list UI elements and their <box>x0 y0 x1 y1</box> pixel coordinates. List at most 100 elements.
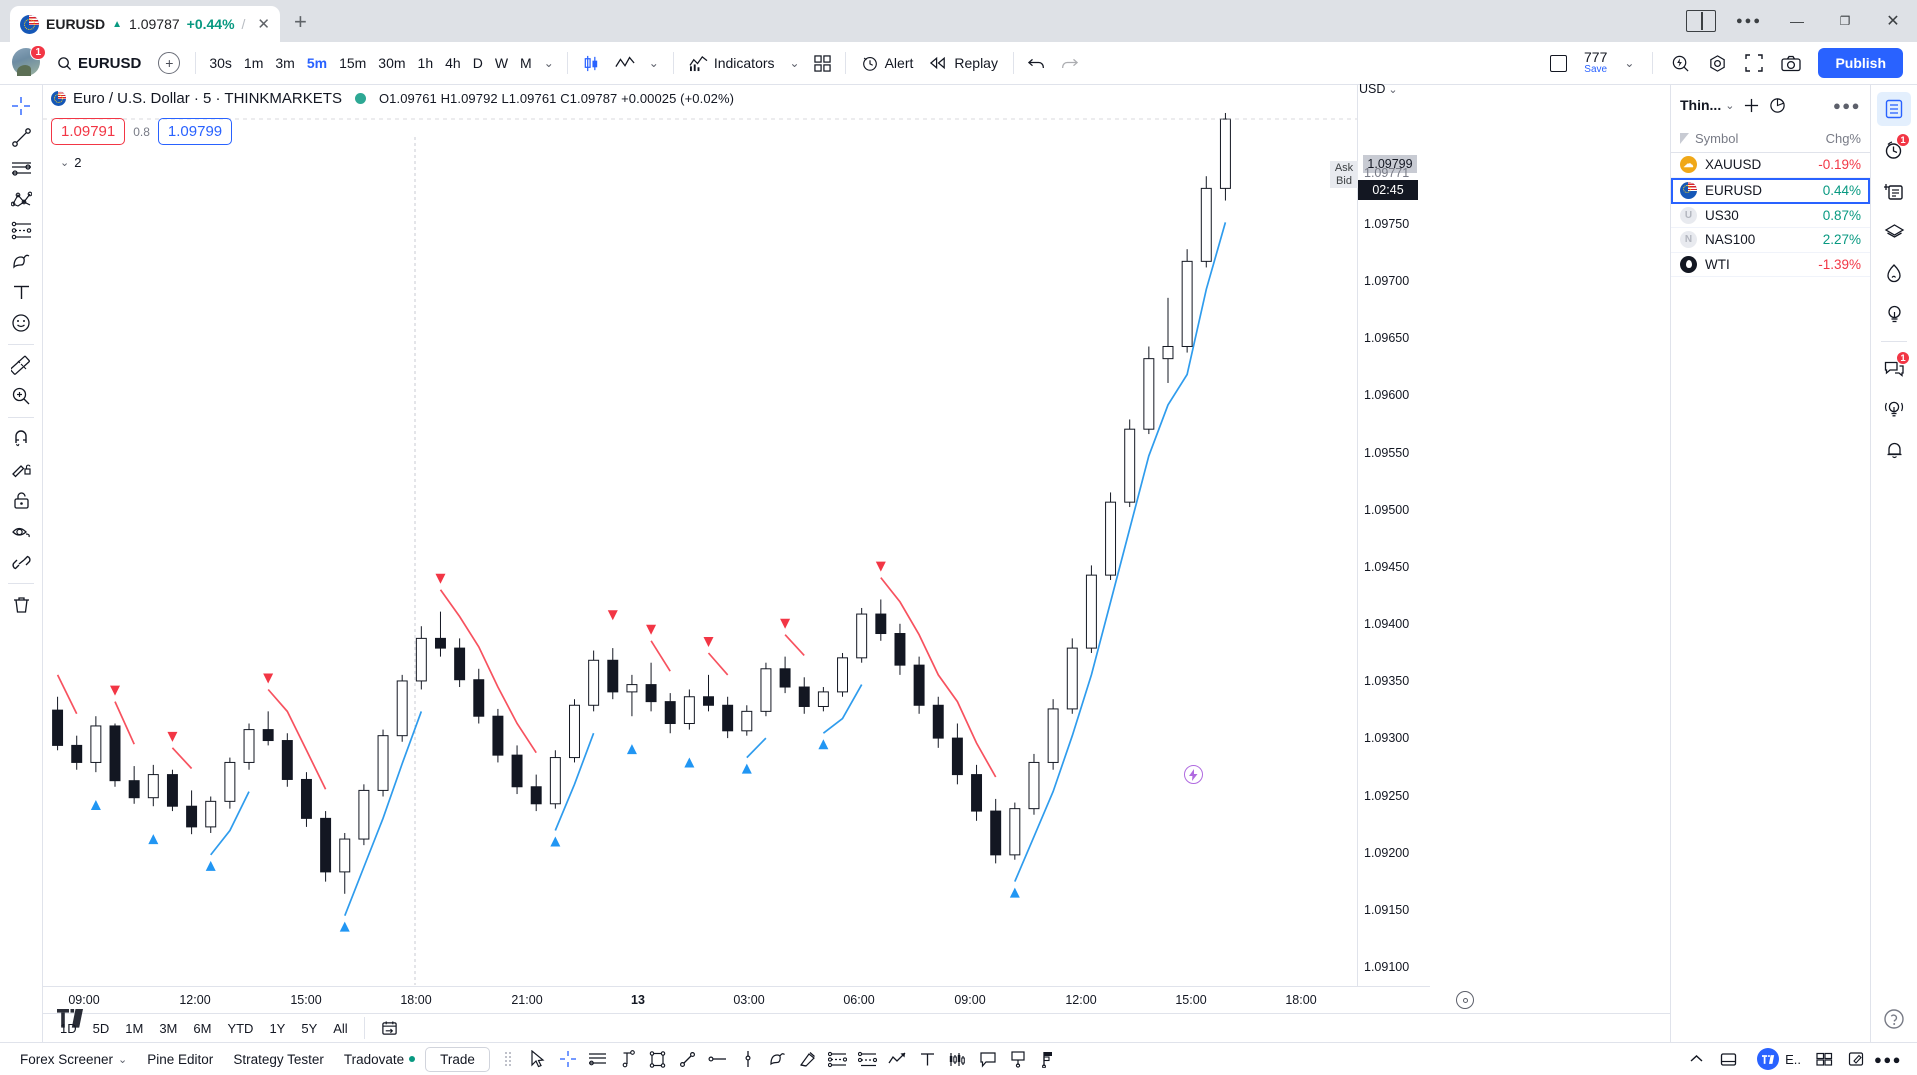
trade-button[interactable]: Trade <box>425 1046 490 1072</box>
range-5d[interactable]: 5D <box>86 1018 117 1039</box>
text-tool-icon[interactable] <box>913 1046 943 1072</box>
column-change[interactable]: Chg% <box>1826 131 1861 146</box>
alert-button[interactable]: Alert <box>853 49 922 77</box>
tradovate-button[interactable]: Tradovate <box>334 1047 425 1072</box>
sync-drawings-icon[interactable] <box>4 547 38 577</box>
user-avatar-button[interactable]: 1 <box>12 45 46 78</box>
expand-panel-icon[interactable] <box>1713 1046 1743 1072</box>
patterns-icon[interactable] <box>4 215 38 245</box>
more-options-icon[interactable]: ●●● <box>1833 98 1861 113</box>
highlighter-icon[interactable] <box>793 1046 823 1072</box>
pine-editor-button[interactable]: Pine Editor <box>137 1047 223 1072</box>
brush-icon[interactable] <box>763 1046 793 1072</box>
horizontal-lines-icon[interactable] <box>583 1046 613 1072</box>
stay-in-drawing-mode-icon[interactable] <box>4 454 38 484</box>
chevron-down-icon[interactable]: ⌄ <box>1725 99 1734 112</box>
browser-tab[interactable]: EURUSD ▲ 1.09787 +0.44% / ✕ <box>10 6 280 42</box>
cross-cursor-icon[interactable] <box>4 91 38 121</box>
go-to-date-icon[interactable] <box>374 1017 405 1040</box>
order-quantity-selector[interactable]: ⌄ 2 <box>53 153 89 172</box>
more-icon[interactable]: ●●● <box>1873 1046 1903 1072</box>
time-axis[interactable]: 09:00 12:00 15:00 18:00 21:00 13 03:00 0… <box>43 986 1474 1013</box>
measure-ruler-icon[interactable] <box>4 350 38 380</box>
broadcast-ideas-icon[interactable] <box>1877 392 1911 426</box>
column-symbol[interactable]: Symbol <box>1695 131 1738 146</box>
save-chevron-icon[interactable]: ⌄ <box>1617 51 1641 75</box>
single-layout-icon[interactable] <box>1543 50 1574 77</box>
timeframe-4h[interactable]: 4h <box>439 50 467 76</box>
strategy-tester-button[interactable]: Strategy Tester <box>223 1047 334 1072</box>
chevron-down-icon[interactable]: ⌄ <box>538 51 560 75</box>
close-window-button[interactable]: ✕ <box>1869 0 1917 42</box>
extensions-button[interactable] <box>1677 0 1725 42</box>
hotlists-layers-icon[interactable] <box>1877 215 1911 249</box>
callout-icon[interactable] <box>973 1046 1003 1072</box>
vertical-line-icon[interactable] <box>733 1046 763 1072</box>
range-all[interactable]: All <box>326 1018 354 1039</box>
chart-canvas[interactable]: Euro / U.S. Dollar · 5 · THINKMARKETS O1… <box>43 85 1370 1042</box>
layout-grid-icon[interactable] <box>1809 1046 1839 1072</box>
alerts-clock-icon[interactable]: 1 <box>1877 133 1911 167</box>
range-3m[interactable]: 3M <box>152 1018 184 1039</box>
replay-button[interactable]: Replay <box>921 50 1006 76</box>
magnet-icon[interactable] <box>4 423 38 453</box>
text-tool-icon[interactable] <box>4 277 38 307</box>
fullscreen-icon[interactable] <box>1738 49 1770 77</box>
publish-button[interactable]: Publish <box>1818 48 1903 78</box>
emoji-icon[interactable] <box>4 308 38 338</box>
watchlist-row-eurusd[interactable]: EURUSD 0.44% <box>1671 177 1870 204</box>
pitchfork-icon[interactable] <box>853 1046 883 1072</box>
line-chart-icon[interactable] <box>608 50 642 76</box>
range-1y[interactable]: 1Y <box>262 1018 292 1039</box>
undo-icon[interactable] <box>1021 51 1053 75</box>
sell-bid-button[interactable]: 1.09791 <box>51 118 126 145</box>
watchlist-name[interactable]: Thin... <box>1680 97 1721 113</box>
chart-type-chevron-icon[interactable]: ⌄ <box>642 51 666 75</box>
maximize-button[interactable]: ❐ <box>1821 0 1869 42</box>
camera-icon[interactable] <box>1774 50 1808 77</box>
buy-ask-button[interactable]: 1.09799 <box>157 118 233 145</box>
data-window-icon[interactable] <box>1877 174 1911 208</box>
timeframe-1m[interactable]: 1m <box>238 50 269 76</box>
layout-templates-icon[interactable] <box>807 50 838 77</box>
range-ytd[interactable]: YTD <box>220 1018 260 1039</box>
close-tab-icon[interactable]: ✕ <box>257 15 270 33</box>
timeframe-1h[interactable]: 1h <box>412 50 440 76</box>
rectangle-icon[interactable] <box>643 1046 673 1072</box>
timeframe-d[interactable]: D <box>467 50 489 76</box>
drawing-toolbar-grip[interactable] <box>503 1051 513 1067</box>
notifications-bell-icon[interactable] <box>1877 433 1911 467</box>
hide-drawings-icon[interactable] <box>4 516 38 546</box>
watchlist-row-xauusd[interactable]: ☁ XAUUSD -0.19% <box>1671 153 1870 178</box>
edit-icon[interactable] <box>1841 1046 1871 1072</box>
chat-icon[interactable]: 1 <box>1877 351 1911 385</box>
horizontal-lines-icon[interactable] <box>4 153 38 183</box>
cursor-arrow-icon[interactable] <box>523 1046 553 1072</box>
price-axis[interactable]: Ask Bid 1.09799 1.09771 02:45 1.09750 1.… <box>1330 82 1418 1042</box>
collapse-up-icon[interactable] <box>1681 1046 1711 1072</box>
brush-icon[interactable] <box>4 246 38 276</box>
measure-icon[interactable] <box>613 1046 643 1072</box>
trend-line-icon[interactable] <box>673 1046 703 1072</box>
indicators-chevron-icon[interactable]: ⌄ <box>783 51 807 75</box>
remove-drawings-icon[interactable] <box>4 589 38 619</box>
fast-search-icon[interactable] <box>1664 49 1697 78</box>
flag-icon[interactable] <box>1033 1046 1063 1072</box>
redo-icon[interactable] <box>1053 51 1085 75</box>
timeframe-30m[interactable]: 30m <box>372 50 411 76</box>
currency-selector[interactable]: USD ⌄ <box>1359 82 1398 96</box>
chart-settings-icon[interactable] <box>1701 49 1734 78</box>
elliott-wave-icon[interactable] <box>883 1046 913 1072</box>
indicators-button[interactable]: Indicators <box>681 50 783 77</box>
symbol-search-button[interactable]: EURUSD <box>48 50 150 77</box>
zoom-in-icon[interactable] <box>4 381 38 411</box>
timeframe-w[interactable]: W <box>489 50 514 76</box>
flash-indicator-icon[interactable] <box>1184 765 1203 784</box>
help-icon[interactable] <box>1877 1002 1911 1036</box>
add-symbol-icon[interactable] <box>1744 98 1759 113</box>
pattern-icon[interactable] <box>943 1046 973 1072</box>
trend-line-icon[interactable] <box>4 122 38 152</box>
account-button[interactable]: E.. <box>1757 1048 1801 1070</box>
timeframe-m[interactable]: M <box>514 50 538 76</box>
add-symbol-button[interactable]: + <box>158 52 181 74</box>
